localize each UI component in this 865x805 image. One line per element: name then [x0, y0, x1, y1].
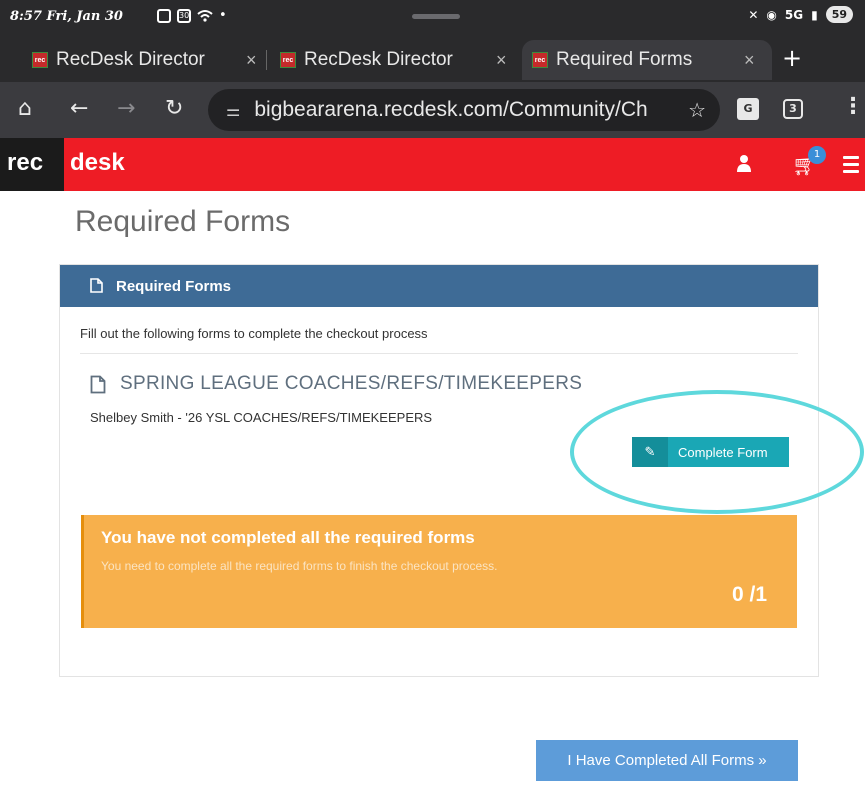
tab-divider [266, 50, 267, 70]
site-settings-icon[interactable]: ⚌ [226, 101, 240, 120]
logo-desk[interactable]: desk [70, 149, 125, 177]
tab-label: Required Forms [556, 49, 693, 70]
divider [80, 353, 798, 354]
tab-required-forms[interactable]: rec Required Forms × [522, 40, 772, 80]
dot-icon: • [219, 8, 227, 23]
wifi-icon [197, 9, 213, 22]
tab-switcher-button[interactable]: 3 [783, 99, 803, 119]
hamburger-menu-icon[interactable] [843, 156, 859, 177]
logo-rec[interactable]: rec [0, 138, 64, 191]
tab-label: RecDesk Director [56, 49, 205, 70]
window-handle[interactable] [412, 14, 460, 19]
form-title: SPRING LEAGUE COACHES/REFS/TIMEKEEPERS [90, 373, 582, 395]
network-label: 5G [784, 7, 804, 22]
calendar-icon: 30 [177, 8, 191, 23]
form-participant: Shelbey Smith - '26 YSL COACHES/REFS/TIM… [90, 410, 433, 425]
status-bar: 8:57 Fri, Jan 30 30 • ✕ ◉ 5G ▮ 59 [0, 0, 865, 36]
browser-menu-icon[interactable]: ⋮ [842, 94, 864, 119]
warning-heading: You have not completed all the required … [101, 528, 475, 547]
favicon-icon: rec [532, 52, 548, 68]
back-icon[interactable]: ← [70, 96, 88, 121]
signal-icon: ▮ [811, 7, 818, 22]
new-tab-button[interactable]: + [782, 44, 802, 72]
translate-icon[interactable]: G [737, 98, 759, 120]
forms-progress: 0 /1 [731, 583, 767, 606]
status-time: 8:57 Fri, Jan 30 [10, 9, 123, 24]
status-right: ✕ ◉ 5G ▮ 59 [748, 6, 853, 23]
site-header: rec desk 🛒︎ 1 [0, 138, 865, 191]
tab-label: RecDesk Director [304, 49, 453, 70]
battery-indicator: 59 [825, 6, 853, 23]
tab-recdesk-director-1[interactable]: rec RecDesk Director × [32, 40, 262, 80]
favicon-icon: rec [32, 52, 48, 68]
complete-form-button[interactable]: ✎ Complete Form [632, 437, 789, 467]
location-icon: ◉ [766, 7, 777, 22]
favicon-icon: rec [280, 52, 296, 68]
warning-alert: You have not completed all the required … [81, 515, 797, 628]
completed-all-forms-button[interactable]: I Have Completed All Forms » [536, 740, 798, 781]
user-icon[interactable] [737, 154, 751, 172]
bookmark-star-icon[interactable]: ☆ [688, 98, 706, 122]
panel-header: Required Forms [60, 265, 818, 307]
intro-text: Fill out the following forms to complete… [80, 326, 428, 341]
complete-form-label: Complete Form [678, 444, 768, 460]
document-icon [90, 278, 103, 293]
form-name: SPRING LEAGUE COACHES/REFS/TIMEKEEPERS [120, 373, 583, 394]
document-icon [90, 375, 106, 393]
screenshot-icon [157, 8, 171, 23]
browser-tab-bar: rec RecDesk Director × rec RecDesk Direc… [0, 36, 865, 82]
tab-recdesk-director-2[interactable]: rec RecDesk Director × [280, 40, 520, 80]
url-field[interactable]: ⚌ bigbeararena.recdesk.com/Community/Ch … [208, 89, 720, 131]
page-title: Required Forms [75, 205, 291, 238]
home-icon[interactable]: ⌂ [18, 96, 32, 121]
close-icon[interactable]: × [744, 50, 755, 71]
required-forms-panel: Required Forms Fill out the following fo… [59, 264, 819, 677]
mute-icon: ✕ [748, 7, 759, 22]
address-bar: ⌂ ← → ↻ ⚌ bigbeararena.recdesk.com/Commu… [0, 82, 865, 138]
panel-title: Required Forms [116, 277, 232, 295]
cart-count-badge: 1 [808, 146, 826, 164]
forward-icon[interactable]: → [117, 96, 135, 121]
reload-icon[interactable]: ↻ [165, 96, 183, 121]
notification-icons: 30 • [157, 8, 227, 23]
close-icon[interactable]: × [246, 50, 257, 71]
url-text: bigbeararena.recdesk.com/Community/Ch [254, 98, 648, 121]
pencil-icon: ✎ [632, 437, 668, 467]
close-icon[interactable]: × [496, 50, 507, 71]
warning-message: You need to complete all the required fo… [101, 559, 498, 573]
